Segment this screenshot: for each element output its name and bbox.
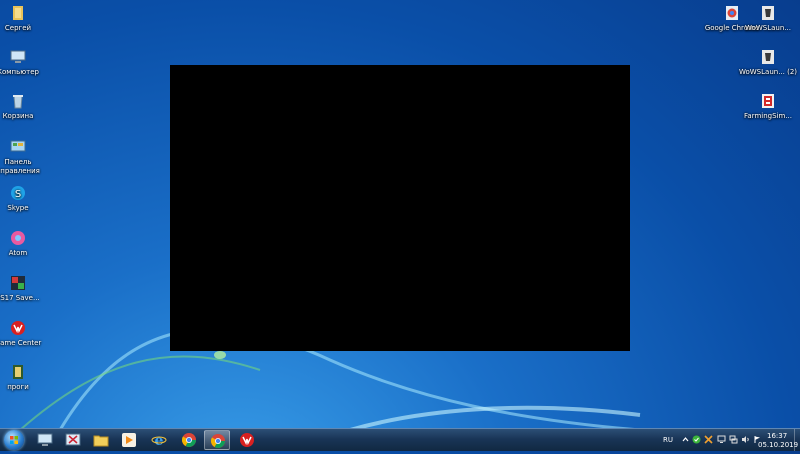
chrome-icon	[181, 433, 196, 447]
black-window[interactable]	[170, 65, 630, 351]
control-panel-icon	[10, 140, 26, 152]
language-indicator[interactable]: RU	[663, 436, 673, 444]
start-button[interactable]	[4, 430, 24, 450]
skype-icon: S	[11, 186, 25, 200]
desktop-icon-skype[interactable]: S Skype	[0, 184, 50, 213]
windows-logo-icon	[10, 436, 18, 444]
user-folder-icon	[13, 6, 23, 20]
desktop-icon-atom[interactable]: Atom	[0, 229, 50, 258]
desktop-icon-progi[interactable]: проги	[0, 363, 50, 392]
display-icon[interactable]	[717, 435, 726, 444]
atom-icon	[11, 231, 25, 245]
taskbar-snipping[interactable]	[60, 430, 86, 450]
chrome-icon	[210, 434, 225, 448]
internet-explorer-icon: e	[151, 433, 167, 448]
desktop-icon-recycle-bin[interactable]: Корзина	[0, 92, 50, 121]
media-player-icon	[122, 433, 136, 447]
taskbar-chrome[interactable]	[176, 430, 202, 450]
taskbar-ie[interactable]: e	[146, 430, 172, 450]
wows-launcher-icon	[762, 6, 774, 20]
taskbar-folders[interactable]	[88, 430, 114, 450]
wows-launcher-icon	[762, 50, 774, 64]
svg-text:S: S	[15, 189, 21, 200]
desktop-icon-game-center[interactable]: Game Center	[0, 319, 50, 348]
desktop-icon-computer[interactable]: Компьютер	[0, 48, 50, 77]
desktop-icon-farming-sim[interactable]: FarmingSim...	[736, 92, 800, 121]
svg-text:e: e	[155, 433, 164, 448]
game-center-icon	[240, 433, 254, 447]
desktop-icon-wows-launcher-2[interactable]: WoWSLaun... (2)	[736, 48, 800, 77]
taskbar: e RU 16:37 05.10.2019	[0, 428, 800, 451]
taskbar-chrome-active[interactable]	[204, 430, 230, 450]
folder-icon	[13, 365, 23, 379]
desktop-icon-control-panel[interactable]: Панель управления	[0, 138, 50, 176]
desktop-icon-wows-launcher[interactable]: WoWSLaun...	[736, 4, 800, 33]
taskbar-game-center[interactable]	[234, 430, 260, 450]
taskbar-media[interactable]	[116, 430, 142, 450]
tools-icon[interactable]	[704, 435, 713, 444]
folder-icon	[93, 435, 109, 447]
security-shield-icon[interactable]	[692, 435, 701, 444]
network-icon[interactable]	[729, 435, 738, 444]
game-center-icon	[11, 321, 25, 335]
desktop-icon-user[interactable]: Сергей	[0, 4, 50, 33]
desktop-icon-fs17[interactable]: FS17 Save...	[0, 274, 50, 303]
taskbar-explorer[interactable]	[32, 430, 58, 450]
computer-icon	[37, 433, 53, 446]
clock-time[interactable]: 16:37	[767, 432, 787, 440]
show-hidden-icons-arrow-icon[interactable]	[681, 435, 690, 444]
volume-icon[interactable]	[741, 435, 750, 444]
recycle-bin-icon	[13, 95, 23, 109]
snipping-tool-icon	[65, 433, 81, 446]
fs17-icon	[11, 276, 25, 290]
clock-date[interactable]: 05.10.2019	[758, 441, 798, 449]
farming-sim-icon	[762, 94, 774, 108]
computer-icon	[10, 50, 26, 63]
show-desktop-button[interactable]	[794, 429, 800, 451]
